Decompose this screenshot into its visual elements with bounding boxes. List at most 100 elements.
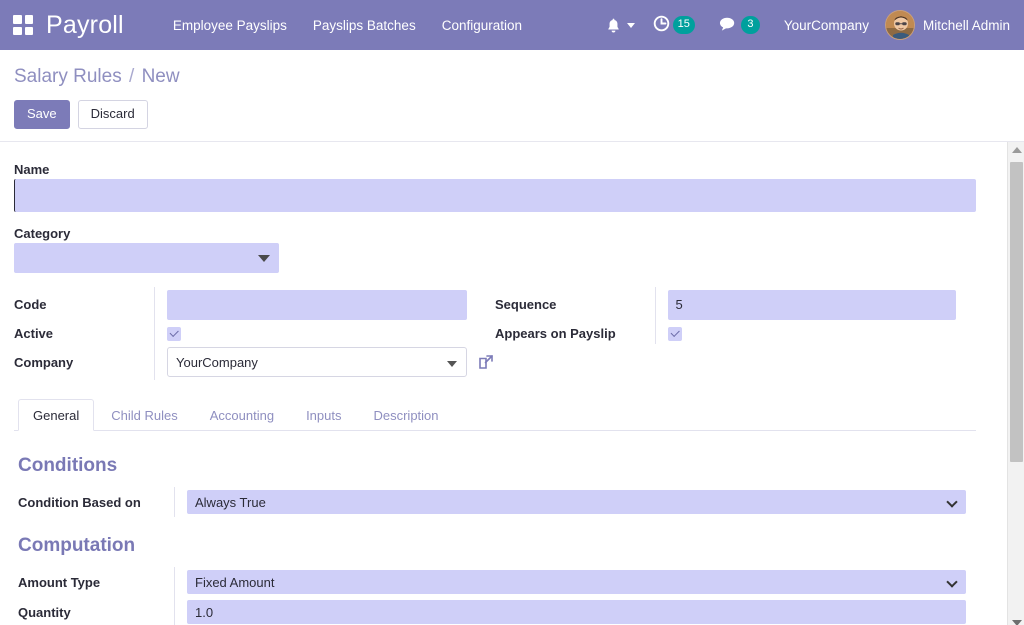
amount-type-select[interactable]: Fixed Amount [187,570,966,595]
clock-activity-icon [653,15,670,35]
breadcrumb-item-salary-rules[interactable]: Salary Rules [14,66,122,87]
quantity-input[interactable] [187,600,966,625]
user-menu-button[interactable]: Mitchell Admin [879,10,1010,40]
control-panel: Salary Rules / New Save Discard [0,50,1024,142]
computation-section-title: Computation [18,535,136,557]
tab-accounting[interactable]: Accounting [195,399,289,431]
active-label: Active [14,325,54,341]
messages-icon [719,16,738,35]
chevron-down-icon [946,496,958,508]
tab-child-rules[interactable]: Child Rules [96,399,192,431]
apps-menu-button[interactable] [0,0,46,50]
code-input[interactable] [167,289,467,320]
field-name-group: Name [14,162,976,212]
sequence-value-cell [654,286,976,323]
breadcrumb: Salary Rules / New [14,66,1010,88]
bell-icon [606,17,621,33]
vertical-scrollbar[interactable] [1007,141,1024,625]
appears-on-payslip-value-cell [654,322,976,345]
activity-counter-button[interactable]: 15 [641,15,707,35]
active-value-cell [154,322,495,345]
tab-page-general: Conditions Condition Based on Always Tru… [14,431,976,625]
user-name-label: Mitchell Admin [922,17,1010,33]
company-label: Company [14,354,74,370]
top-navbar: Payroll Employee Payslips Payslips Batch… [0,0,1024,50]
caret-down-icon [447,361,457,368]
row-condition-based-on: Condition Based on Always True [18,487,966,518]
form-group-two-columns: Code Active Company YourCompany Sequence… [14,286,976,381]
appears-on-payslip-label: Appears on Payslip [495,325,616,341]
row-active: Active [14,322,495,345]
conditions-section-title: Conditions [18,455,118,477]
external-link-icon[interactable] [477,353,495,371]
company-value-cell: YourCompany [154,344,495,381]
row-company: Company YourCompany [14,344,495,381]
tab-inputs[interactable]: Inputs [291,399,356,431]
chevron-down-icon [946,576,958,588]
company-select[interactable]: YourCompany [167,347,467,378]
notebook: General Child Rules Accounting Inputs De… [14,398,976,625]
menu-item-employee-payslips[interactable]: Employee Payslips [160,12,300,39]
quantity-label: Quantity [18,604,71,620]
main-menu: Employee Payslips Payslips Batches Confi… [160,12,535,39]
messages-counter-button[interactable]: 3 [707,16,772,35]
code-label: Code [14,297,47,313]
appears-on-payslip-checkbox[interactable] [667,327,682,342]
condition-based-on-select[interactable]: Always True [187,490,966,515]
row-spacer [495,344,976,365]
breadcrumb-separator: / [129,66,135,87]
company-switcher[interactable]: YourCompany [772,18,879,33]
sequence-label: Sequence [495,297,557,313]
field-category-group: Category [14,226,976,273]
sequence-input[interactable] [667,289,956,320]
tab-general[interactable]: General [18,399,95,432]
app-brand-title[interactable]: Payroll [46,11,124,40]
scrollbar-thumb[interactable] [1010,161,1023,462]
company-value: YourCompany [176,354,258,370]
quantity-value-cell [174,597,966,625]
menu-item-payslips-batches[interactable]: Payslips Batches [300,12,429,39]
breadcrumb-item-new: New [141,66,180,87]
form-sheet: Name Category Code Active Company YourCo… [0,142,1006,625]
row-appears-on-payslip: Appears on Payslip [495,322,976,345]
condition-based-on-label: Condition Based on [18,494,141,510]
form-group-right: Sequence Appears on Payslip [495,286,976,381]
condition-based-on-value-cell: Always True [174,487,966,518]
tab-description[interactable]: Description [358,399,453,431]
name-label: Name [14,161,50,177]
scroll-down-arrow-icon[interactable] [1008,614,1024,625]
messages-count-badge: 3 [740,16,760,34]
amount-type-label: Amount Type [18,574,101,590]
form-group-left: Code Active Company YourCompany [14,286,495,381]
amount-type-value-cell: Fixed Amount [174,567,966,598]
name-input[interactable] [14,178,976,212]
chevron-down-icon [626,22,635,28]
discard-button[interactable]: Discard [77,100,148,129]
code-value-cell [154,286,495,323]
form-sheet-scroll-area: Name Category Code Active Company YourCo… [0,141,1024,625]
row-quantity: Quantity [18,597,966,625]
category-select[interactable] [14,242,279,273]
conditions-fields: Condition Based on Always True [18,487,966,518]
menu-item-configuration[interactable]: Configuration [429,12,535,39]
activities-bell-button[interactable] [602,17,641,33]
row-sequence: Sequence [495,286,976,323]
scroll-up-arrow-icon[interactable] [1008,141,1024,159]
amount-type-value: Fixed Amount [195,574,275,590]
row-code: Code [14,286,495,323]
row-amount-type: Amount Type Fixed Amount [18,567,966,598]
active-checkbox[interactable] [167,327,181,342]
navbar-right-section: 15 3 YourCompany Mitchell Admin [602,10,1010,40]
triangle-down-icon [258,254,270,262]
activity-count-badge: 15 [672,16,695,34]
spacer-cell [655,344,976,365]
spacer-label [495,344,655,365]
condition-based-on-value: Always True [195,494,266,510]
computation-fields: Amount Type Fixed Amount Quantity [18,567,966,625]
category-label: Category [14,225,71,241]
form-action-buttons: Save Discard [14,100,1010,129]
notebook-tabs: General Child Rules Accounting Inputs De… [14,398,976,432]
user-avatar [884,10,915,40]
save-button[interactable]: Save [14,100,70,129]
apps-grid-icon [13,15,33,35]
